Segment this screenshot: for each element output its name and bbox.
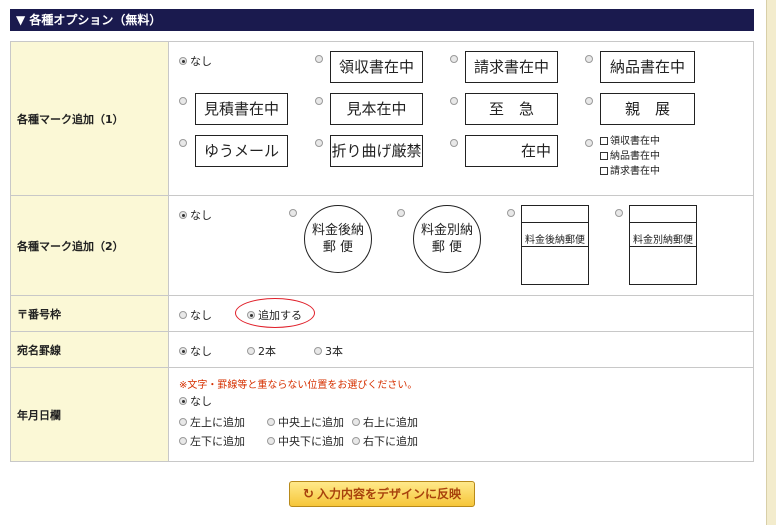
radio-button[interactable] [247,347,255,355]
radio-mark[interactable] [450,97,458,105]
row-postal-frame: 〒番号枠 なし 追加する [10,295,754,332]
highlight-circle [235,298,315,328]
row-label: 宛名罫線 [10,331,169,368]
row-label: 〒番号枠 [10,295,169,332]
radio-button[interactable] [352,418,360,426]
radio-button[interactable] [267,418,275,426]
radio-bottom-right[interactable]: 右下に追加 [352,433,418,449]
radio-button[interactable] [179,211,187,219]
row-label: 年月日欄 [10,367,169,462]
radio-bottom-left[interactable]: 左下に追加 [179,433,245,449]
checkbox-item[interactable]: 領収書在中 [600,134,660,149]
radio-none[interactable]: なし [179,307,212,323]
radio-mark[interactable] [397,209,405,217]
radio-mark[interactable] [507,209,515,217]
radio-mark[interactable] [289,209,297,217]
radio-mark[interactable] [450,55,458,63]
postage-circle-mark[interactable]: 料金別納 郵 便 [413,205,481,273]
mark-option[interactable]: 領収書在中 [330,51,423,83]
radio-3-lines[interactable]: 3本 [314,343,343,359]
radio-button[interactable] [179,418,187,426]
row-date-field: 年月日欄 ※文字・罫線等と重ならない位置をお選びください。 なし 左上に追加 中… [10,367,754,462]
radio-top-left[interactable]: 左上に追加 [179,414,245,430]
radio-none[interactable]: なし [179,207,212,223]
radio-top-center[interactable]: 中央上に追加 [267,414,344,430]
radio-button[interactable] [314,347,322,355]
checkbox-group: 領収書在中 納品書在中 請求書在中 [600,134,660,179]
radio-button[interactable] [179,311,187,319]
mark-option[interactable]: 請求書在中 [465,51,558,83]
mark-option[interactable]: 親 展 [600,93,695,125]
radio-mark[interactable] [179,97,187,105]
apply-design-button[interactable]: ↻ 入力内容をデザインに反映 [289,481,475,507]
radio-mark[interactable] [315,55,323,63]
radio-bottom-center[interactable]: 中央下に追加 [267,433,344,449]
mark-option[interactable]: 至 急 [465,93,558,125]
postage-stamp-mark[interactable]: 料金後納郵便 [521,205,589,285]
row-mark-2: 各種マーク追加（2） なし 料金後納 郵 便 料金別納 郵 便 料金後納郵便 料… [10,195,754,296]
radio-button[interactable] [179,397,187,405]
radio-none[interactable]: なし [179,393,212,409]
radio-button[interactable] [179,57,187,65]
options-table: 各種マーク追加（1） なし 領収書在中 請求書在中 納品書在中 見積書在中 見本… [10,41,754,462]
checkbox[interactable] [600,152,608,160]
mark-option[interactable]: 折り曲げ厳禁 [330,135,423,167]
radio-button[interactable] [352,437,360,445]
mark-option[interactable]: 在中 [465,135,558,167]
row-label: 各種マーク追加（2） [10,195,169,296]
options-panel: ▼ 各種オプション（無料） 各種マーク追加（1） なし 領収書在中 請求書在中 … [0,0,767,525]
radio-mark[interactable] [585,97,593,105]
section-header: ▼ 各種オプション（無料） [10,9,754,31]
radio-mark[interactable] [585,139,593,147]
checkbox-item[interactable]: 請求書在中 [600,164,660,179]
radio-mark[interactable] [315,139,323,147]
radio-mark[interactable] [615,209,623,217]
postage-circle-mark[interactable]: 料金後納 郵 便 [304,205,372,273]
radio-button[interactable] [267,437,275,445]
radio-none[interactable]: なし [179,343,212,359]
radio-button[interactable] [179,347,187,355]
radio-mark[interactable] [450,139,458,147]
checkbox[interactable] [600,167,608,175]
mark-option[interactable]: ゆうメール [195,135,288,167]
radio-button[interactable] [179,437,187,445]
refresh-icon: ↻ [303,487,314,502]
notice-text: ※文字・罫線等と重ならない位置をお選びください。 [179,380,418,391]
radio-top-right[interactable]: 右上に追加 [352,414,418,430]
radio-none[interactable]: なし [179,53,212,69]
radio-mark[interactable] [585,55,593,63]
radio-2-lines[interactable]: 2本 [247,343,276,359]
row-address-lines: 宛名罫線 なし 2本 3本 [10,331,754,368]
radio-mark[interactable] [315,97,323,105]
row-mark-1: 各種マーク追加（1） なし 領収書在中 請求書在中 納品書在中 見積書在中 見本… [10,41,754,196]
mark-option[interactable]: 見本在中 [330,93,423,125]
checkbox[interactable] [600,137,608,145]
row-label: 各種マーク追加（1） [10,41,169,196]
mark-option[interactable]: 納品書在中 [600,51,695,83]
radio-mark[interactable] [179,139,187,147]
checkbox-item[interactable]: 納品書在中 [600,149,660,164]
mark-option[interactable]: 見積書在中 [195,93,288,125]
postage-stamp-mark[interactable]: 料金別納郵便 [629,205,697,285]
